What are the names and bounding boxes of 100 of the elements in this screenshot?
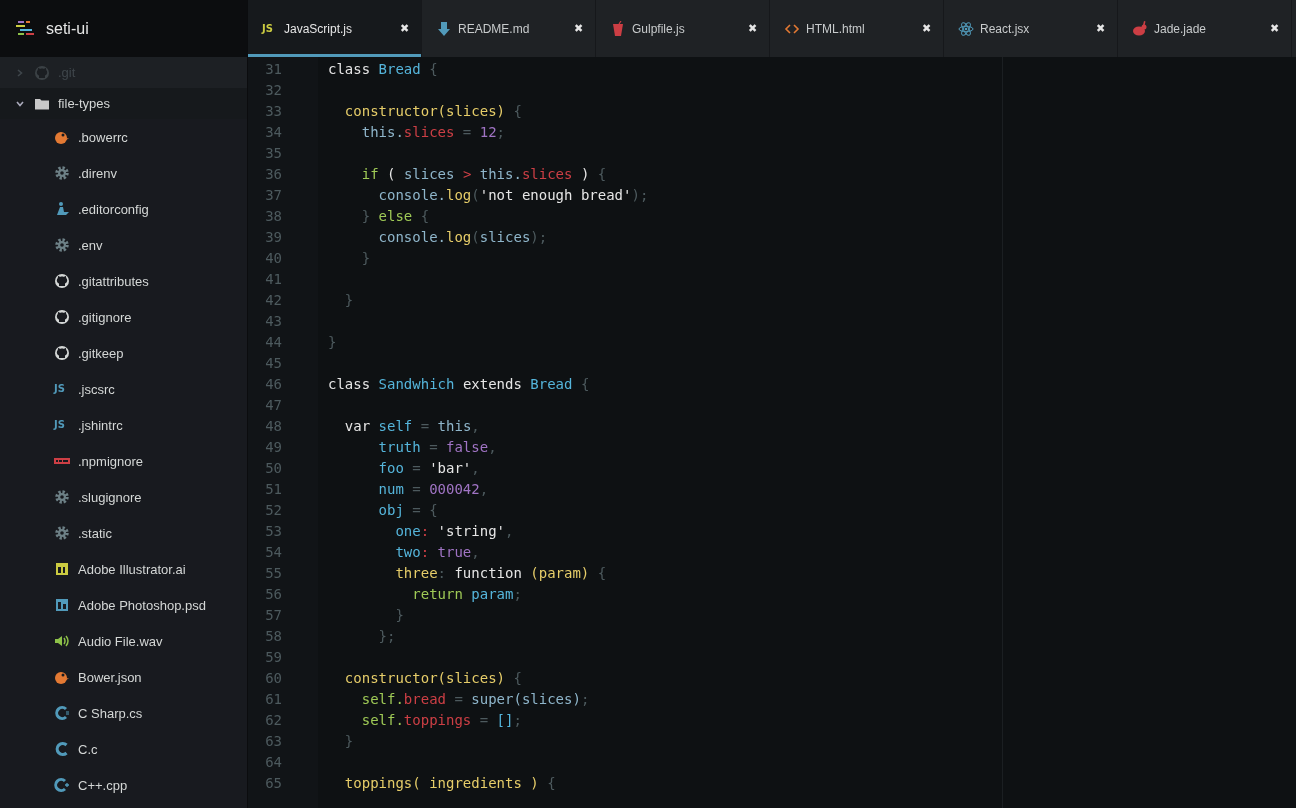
line-number: 50 [264,459,283,478]
code-line: num = 000042, [377,481,489,497]
code-line: console.log(slices); [377,229,548,245]
file-item[interactable]: Bower.json [0,659,247,695]
code-line: constructor(slices) { [343,670,522,686]
file-item[interactable]: .bowerrc [0,119,247,155]
code-line: self.bread = super(slices); [360,691,590,707]
code-line: toppings( ingredients ) { [343,775,556,791]
code-line: if ( slices > this.slices ) { [360,166,607,182]
code-line: } [343,292,354,308]
line-number: 52 [264,501,283,520]
document-icon [54,561,70,577]
github-icon [54,309,70,325]
code-line: } else { [360,208,430,224]
figure-icon [54,201,70,217]
arrow-down-icon [436,20,452,37]
line-number: 33 [264,102,283,121]
code-line: } [360,250,371,266]
file-item[interactable]: JS .jshintrc [0,407,247,443]
code-line: this.slices = 12; [360,124,506,140]
file-item[interactable]: .direnv [0,155,247,191]
c-sharp-icon [54,705,70,721]
github-icon [54,273,70,289]
file-item[interactable]: Adobe Illustrator.ai [0,551,247,587]
file-item[interactable]: .gitattributes [0,263,247,299]
file-item[interactable]: .gitignore [0,299,247,335]
close-button[interactable]: ✖ [1096,22,1105,35]
line-number: 60 [264,669,283,688]
speaker-icon [54,633,70,649]
code-line: truth = false, [377,439,497,455]
logo-icon [16,19,36,38]
line-number: 38 [264,207,283,226]
c-plus-icon [54,777,70,793]
file-item[interactable]: .env [0,227,247,263]
line-number: 51 [264,480,283,499]
code-line: } [343,733,354,749]
file-item[interactable]: .npmignore [0,443,247,479]
gear-icon [54,165,70,181]
code-line: class Sandwhich extends Bread { [328,376,590,392]
close-button[interactable]: ✖ [922,22,931,35]
close-button[interactable]: ✖ [1270,22,1279,35]
code-line: return param; [411,586,522,602]
code-line: one: 'string', [394,523,514,539]
line-number: 44 [264,333,283,352]
project-title: seti-ui [46,19,89,38]
code-line: } [328,334,337,350]
line-number: 54 [264,543,283,562]
file-item[interactable]: .static [0,515,247,551]
file-item[interactable]: Adobe Photoshop.psd [0,587,247,623]
line-number: 35 [264,144,283,163]
code-line: } [394,607,404,623]
line-number: 46 [264,375,283,394]
close-button[interactable]: ✖ [400,22,409,35]
tab[interactable]: JS JavaScript.js ✖ [248,0,422,57]
code-line: console.log('not enough bread'); [377,187,649,203]
code-line: class Bread { [328,61,438,77]
file-item[interactable]: C++.cpp [0,767,247,803]
line-number: 55 [264,564,283,583]
line-number: 63 [264,732,283,751]
file-item[interactable]: C.c [0,731,247,767]
line-number: 48 [264,417,283,436]
line-number: 39 [264,228,283,247]
gear-icon [54,489,70,505]
code-line: }; [377,628,396,644]
line-number: 56 [264,585,283,604]
file-item[interactable]: .slugignore [0,479,247,515]
c-letter-icon [54,741,70,757]
file-item[interactable]: .editorconfig [0,191,247,227]
line-number: 34 [264,123,283,142]
line-number: 53 [264,522,283,541]
line-number: 61 [264,690,283,709]
line-number: 37 [264,186,283,205]
file-item[interactable]: .gitkeep [0,335,247,371]
line-number: 36 [264,165,283,184]
js-icon: JS [262,22,278,35]
line-number: 41 [264,270,283,289]
file-item[interactable]: JS .jscsrc [0,371,247,407]
file-item[interactable]: Audio File.wav [0,623,247,659]
line-number: 31 [264,60,283,79]
code-line: obj = { [377,502,438,518]
document-icon [54,597,70,613]
line-number: 40 [264,249,283,268]
js-icon: JS [54,419,70,431]
code-line: three: function (param) { [394,565,607,581]
js-icon: JS [54,383,70,395]
close-button[interactable]: ✖ [748,22,757,35]
close-button[interactable]: ✖ [574,22,583,35]
line-number: 62 [264,711,283,730]
line-number: 59 [264,648,283,667]
line-number: 64 [264,753,283,772]
line-number: 49 [264,438,283,457]
code-line: two: true, [394,544,480,560]
line-number: 57 [264,606,283,625]
github-icon [34,64,50,81]
line-number: 58 [264,627,283,646]
line-number: 45 [264,354,283,373]
chevron-down-icon[interactable] [16,99,24,108]
line-number: 43 [264,312,283,331]
code-line: foo = 'bar', [377,460,480,476]
file-item[interactable]: C Sharp.cs [0,695,247,731]
